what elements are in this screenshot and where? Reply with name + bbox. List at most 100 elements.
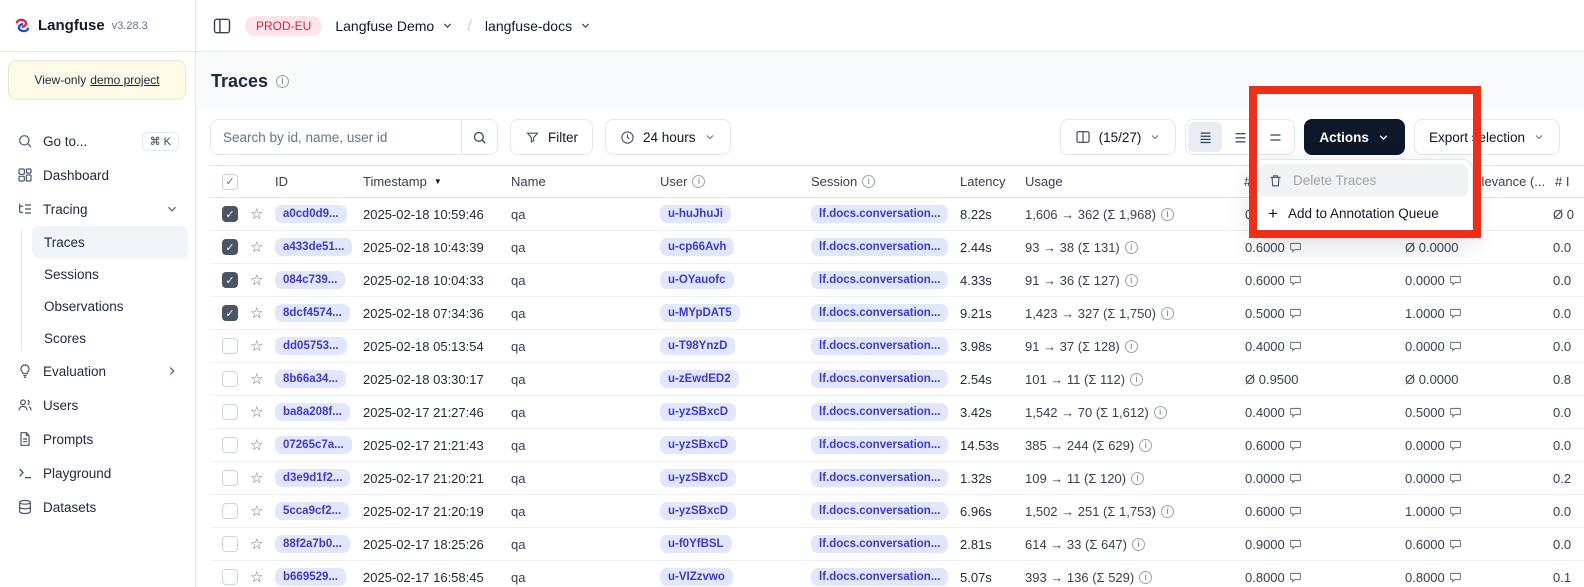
user-link[interactable]: u-OYauofc <box>660 271 734 289</box>
session-link[interactable]: lf.docs.conversation... <box>811 436 948 454</box>
session-link[interactable]: lf.docs.conversation... <box>811 502 948 520</box>
panel-left-icon[interactable] <box>212 16 232 36</box>
sidebar-item-prompts[interactable]: Prompts <box>8 422 188 456</box>
row-height-medium-icon[interactable] <box>1223 122 1257 152</box>
user-link[interactable]: u-yzSBxcD <box>660 469 736 487</box>
select-all-checkbox[interactable]: ✓ <box>222 174 238 190</box>
star-icon[interactable]: ☆ <box>250 370 263 388</box>
row-checkbox[interactable] <box>222 371 238 387</box>
trace-id-link[interactable]: d3e9d1f2... <box>275 469 350 487</box>
row-height-large-icon[interactable] <box>1258 122 1292 152</box>
header-id[interactable]: ID <box>275 174 363 189</box>
star-icon[interactable]: ☆ <box>250 304 263 322</box>
session-link[interactable]: lf.docs.conversation... <box>811 304 948 322</box>
row-checkbox[interactable] <box>222 536 238 552</box>
sidebar-item-evaluation[interactable]: Evaluation <box>8 354 188 388</box>
time-range-button[interactable]: 24 hours <box>605 119 731 155</box>
session-link[interactable]: lf.docs.conversation... <box>811 403 948 421</box>
star-icon[interactable]: ☆ <box>250 502 263 520</box>
trace-id-link[interactable]: 5cca9cf2... <box>275 502 349 520</box>
star-icon[interactable]: ☆ <box>250 238 263 256</box>
search-icon[interactable] <box>461 120 497 154</box>
menu-item-add-to-annotation-queue[interactable]: +Add to Annotation Queue <box>1258 197 1468 230</box>
info-icon[interactable]: i <box>1125 241 1138 254</box>
row-checkbox[interactable]: ✓ <box>222 206 238 222</box>
header-user[interactable]: Useri <box>660 174 811 189</box>
row-checkbox[interactable]: ✓ <box>222 305 238 321</box>
sidebar-item-scores[interactable]: Scores <box>32 322 188 354</box>
row-checkbox[interactable] <box>222 338 238 354</box>
header-session[interactable]: Sessioni <box>811 174 960 189</box>
actions-button[interactable]: Actions <box>1304 119 1405 155</box>
column-visibility-button[interactable]: (15/27) <box>1060 119 1177 155</box>
info-icon[interactable]: i <box>862 175 875 188</box>
user-link[interactable]: u-cp66Avh <box>660 238 734 256</box>
header-usage[interactable]: Usage <box>1025 174 1245 189</box>
row-checkbox[interactable] <box>222 503 238 519</box>
demo-project-link[interactable]: demo project <box>90 73 159 87</box>
project-switcher[interactable]: langfuse-docs <box>485 18 592 34</box>
sidebar-item-go-to[interactable]: Go to...⌘ K <box>8 124 188 158</box>
session-link[interactable]: lf.docs.conversation... <box>811 535 948 553</box>
star-icon[interactable]: ☆ <box>250 535 263 553</box>
header-last-column[interactable]: # I <box>1555 166 1569 197</box>
sidebar-item-datasets[interactable]: Datasets <box>8 490 188 524</box>
star-icon[interactable]: ☆ <box>250 469 263 487</box>
row-checkbox[interactable] <box>222 470 238 486</box>
info-icon[interactable]: i <box>1131 472 1144 485</box>
info-icon[interactable]: i <box>1161 307 1174 320</box>
session-link[interactable]: lf.docs.conversation... <box>811 238 948 256</box>
info-icon[interactable]: i <box>1139 571 1152 584</box>
sidebar-item-tracing[interactable]: Tracing <box>8 192 188 226</box>
sidebar-item-observations[interactable]: Observations <box>32 290 188 322</box>
export-selection-button[interactable]: Export selection <box>1414 119 1560 155</box>
trace-id-link[interactable]: b669529... <box>275 568 346 586</box>
row-checkbox[interactable] <box>222 569 238 585</box>
row-checkbox[interactable]: ✓ <box>222 239 238 255</box>
info-icon[interactable]: i <box>1130 373 1143 386</box>
header-relevance[interactable]: relevance (... <box>1470 166 1545 197</box>
user-link[interactable]: u-T98YnzD <box>660 337 735 355</box>
user-link[interactable]: u-MYpDAT5 <box>660 304 740 322</box>
session-link[interactable]: lf.docs.conversation... <box>811 337 948 355</box>
trace-id-link[interactable]: ba8a208f... <box>275 403 350 421</box>
info-icon[interactable]: i <box>1125 274 1138 287</box>
sidebar-item-users[interactable]: Users <box>8 388 188 422</box>
info-icon[interactable]: i <box>1161 208 1174 221</box>
sidebar-item-sessions[interactable]: Sessions <box>32 258 188 290</box>
info-icon[interactable]: i <box>1132 538 1145 551</box>
trace-id-link[interactable]: 07265c7a... <box>275 436 352 454</box>
user-link[interactable]: u-zEwdED2 <box>660 370 739 388</box>
session-link[interactable]: lf.docs.conversation... <box>811 271 948 289</box>
filter-button[interactable]: Filter <box>510 119 593 155</box>
row-checkbox[interactable]: ✓ <box>222 272 238 288</box>
row-height-small-icon[interactable] <box>1188 122 1222 152</box>
sidebar-item-playground[interactable]: Playground <box>8 456 188 490</box>
trace-id-link[interactable]: 8b66a34... <box>275 370 346 388</box>
info-icon[interactable]: i <box>1161 505 1174 518</box>
sidebar-item-traces[interactable]: Traces <box>32 226 188 258</box>
sidebar-item-dashboard[interactable]: Dashboard <box>8 158 188 192</box>
header-timestamp[interactable]: Timestamp▼ <box>363 174 511 189</box>
trace-id-link[interactable]: a433de51... <box>275 238 352 256</box>
trace-id-link[interactable]: dd05753... <box>275 337 347 355</box>
search-input[interactable] <box>211 120 461 154</box>
trace-id-link[interactable]: 084c739... <box>275 271 345 289</box>
session-link[interactable]: lf.docs.conversation... <box>811 205 948 223</box>
star-icon[interactable]: ☆ <box>250 403 263 421</box>
user-link[interactable]: u-f0YfBSL <box>660 535 732 553</box>
info-icon[interactable]: i <box>692 175 705 188</box>
info-icon[interactable]: i <box>276 75 289 88</box>
info-icon[interactable]: i <box>1125 340 1138 353</box>
star-icon[interactable]: ☆ <box>250 436 263 454</box>
trace-id-link[interactable]: 8dcf4574... <box>275 304 350 322</box>
trace-id-link[interactable]: 88f2a7b0... <box>275 535 350 553</box>
header-latency[interactable]: Latency <box>960 174 1025 189</box>
trace-id-link[interactable]: a0cd0d9... <box>275 205 347 223</box>
user-link[interactable]: u-yzSBxcD <box>660 403 736 421</box>
star-icon[interactable]: ☆ <box>250 337 263 355</box>
org-switcher[interactable]: Langfuse Demo <box>335 18 454 34</box>
star-icon[interactable]: ☆ <box>250 271 263 289</box>
session-link[interactable]: lf.docs.conversation... <box>811 568 948 586</box>
user-link[interactable]: u-VIZzvwo <box>660 568 733 586</box>
